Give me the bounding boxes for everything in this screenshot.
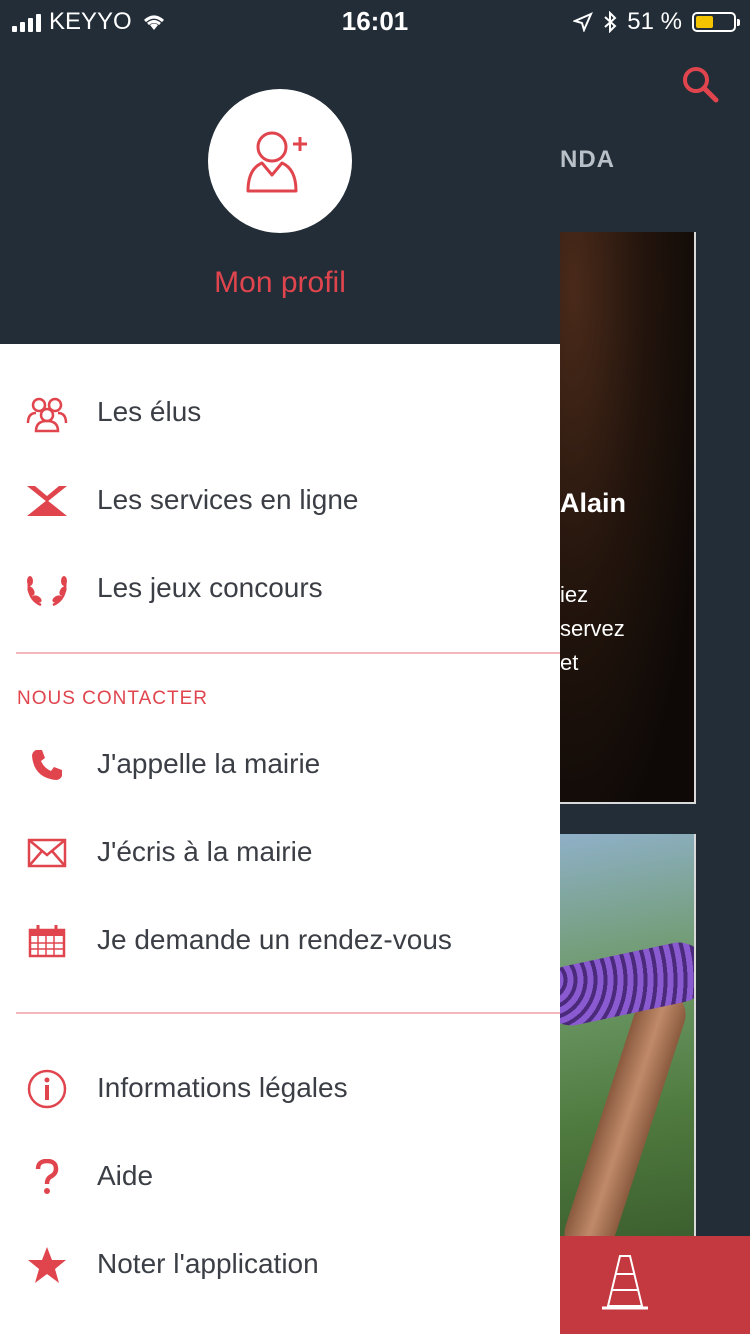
profile-avatar[interactable] bbox=[208, 89, 352, 233]
news-card-title: Alain bbox=[560, 488, 627, 518]
menu-item-label: Les services en ligne bbox=[97, 484, 359, 515]
traffic-cone-icon[interactable] bbox=[600, 1252, 650, 1314]
divider bbox=[16, 652, 560, 654]
star-icon bbox=[24, 1243, 70, 1287]
menu-item-label: Aide bbox=[97, 1160, 154, 1191]
news-card-image-2[interactable] bbox=[560, 834, 696, 1236]
status-bar: KEYYO 16:01 51 % bbox=[0, 0, 750, 42]
hourglass-icon bbox=[24, 479, 70, 523]
add-user-icon bbox=[246, 131, 307, 193]
menu-item-elus[interactable]: Les élus bbox=[0, 378, 560, 448]
question-icon bbox=[24, 1155, 70, 1199]
menu-item-noter[interactable]: Noter l'application bbox=[0, 1230, 560, 1300]
people-group-icon bbox=[24, 391, 70, 435]
battery-percent: 51 % bbox=[627, 8, 682, 35]
menu-item-ecris[interactable]: J'écris à la mairie bbox=[0, 818, 560, 888]
menu-item-label: J'écris à la mairie bbox=[97, 836, 313, 867]
bottom-bar bbox=[560, 1236, 750, 1334]
search-icon[interactable] bbox=[680, 64, 720, 104]
menu-item-aide[interactable]: Aide bbox=[0, 1142, 560, 1212]
divider bbox=[16, 1012, 560, 1014]
menu-item-rendez-vous[interactable]: Je demande un rendez-vous bbox=[0, 906, 560, 976]
tab-agenda[interactable]: NDA bbox=[560, 146, 615, 174]
side-drawer: Mon profil Les élus Les services en lign… bbox=[0, 0, 560, 1334]
menu-item-label: J'appelle la mairie bbox=[97, 748, 321, 779]
menu-item-label: Je demande un rendez-vous bbox=[97, 924, 452, 955]
menu-item-appel[interactable]: J'appelle la mairie bbox=[0, 730, 560, 800]
phone-icon bbox=[24, 743, 70, 787]
bluetooth-icon bbox=[604, 11, 617, 33]
section-title-contact: NOUS CONTACTER bbox=[17, 688, 208, 709]
news-card-text: iez servez et bbox=[560, 582, 625, 675]
menu-item-label: Les jeux concours bbox=[97, 572, 323, 603]
menu-item-jeux[interactable]: Les jeux concours bbox=[0, 554, 560, 624]
menu-item-label: Les élus bbox=[97, 396, 202, 427]
menu-item-label: Informations légales bbox=[97, 1072, 348, 1103]
envelope-icon bbox=[24, 831, 70, 875]
drawer-header: Mon profil bbox=[0, 0, 560, 344]
status-right: 51 % bbox=[573, 8, 740, 36]
info-icon bbox=[24, 1067, 70, 1111]
location-arrow-icon bbox=[573, 12, 594, 32]
battery-icon bbox=[692, 12, 740, 32]
profile-label[interactable]: Mon profil bbox=[0, 266, 560, 300]
menu-item-informations[interactable]: Informations légales bbox=[0, 1054, 560, 1124]
menu-item-services[interactable]: Les services en ligne bbox=[0, 466, 560, 536]
calendar-icon bbox=[24, 919, 70, 963]
laurel-wreath-icon bbox=[24, 567, 70, 611]
menu-item-label: Noter l'application bbox=[97, 1248, 319, 1279]
